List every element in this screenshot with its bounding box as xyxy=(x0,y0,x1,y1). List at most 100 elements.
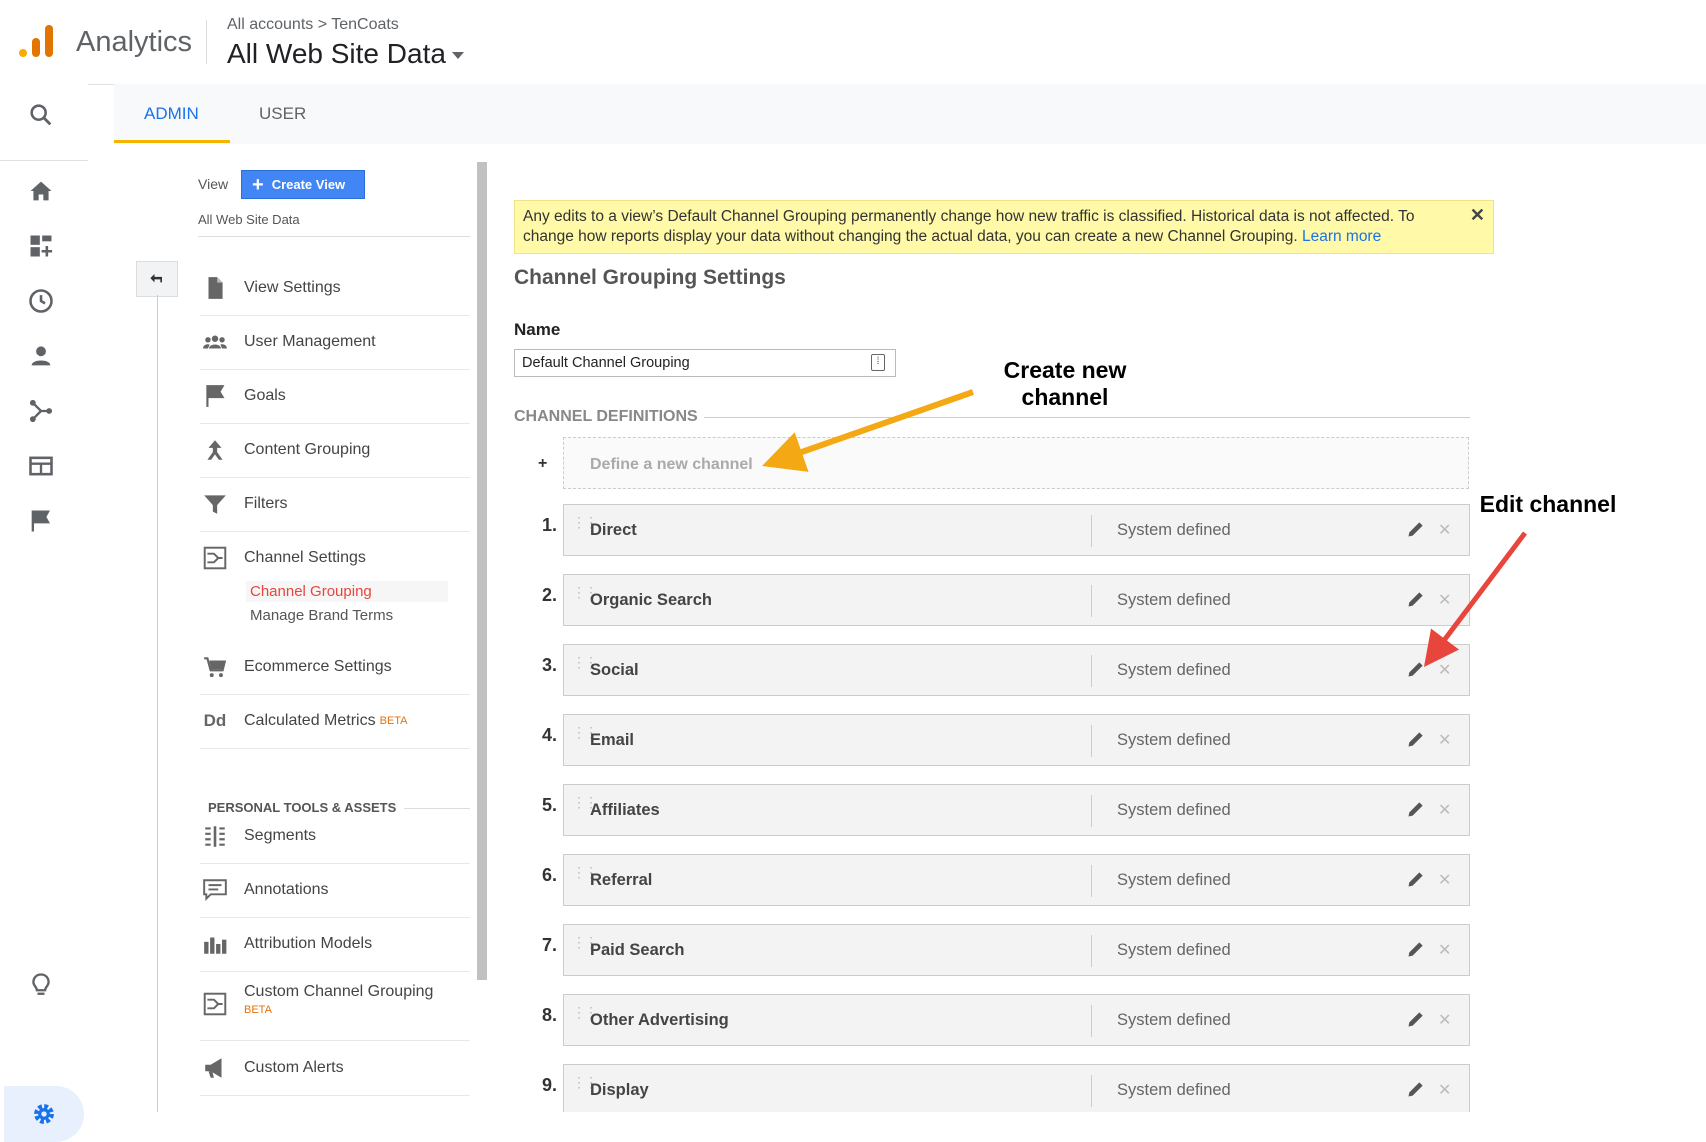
edit-pencil-icon[interactable] xyxy=(1406,1009,1426,1029)
drag-handle-icon[interactable]: ⋮⋮ xyxy=(572,795,598,809)
edit-pencil-icon[interactable] xyxy=(1406,519,1426,539)
nav-item-view-settings[interactable]: View Settings xyxy=(200,261,470,316)
channel-number: 3. xyxy=(542,655,558,675)
nav-item-segments[interactable]: Segments xyxy=(200,809,470,864)
audience-icon[interactable] xyxy=(24,339,58,373)
delete-x-icon[interactable]: ✕ xyxy=(1438,940,1451,960)
back-button[interactable] xyxy=(136,261,178,297)
drag-handle-icon[interactable]: ⋮⋮ xyxy=(572,1005,598,1019)
channel-item[interactable]: ⋮⋮ Social System defined ✕ xyxy=(563,644,1470,696)
add-channel-plus-icon[interactable]: + xyxy=(538,455,547,473)
admin-gear-icon[interactable] xyxy=(4,1086,84,1142)
divider xyxy=(1091,1075,1092,1107)
view-selector[interactable]: All Web Site Data xyxy=(198,212,300,227)
drag-handle-icon[interactable]: ⋮⋮ xyxy=(572,865,598,879)
nav-item-goals[interactable]: Goals xyxy=(200,369,470,424)
delete-x-icon[interactable]: ✕ xyxy=(1438,1080,1451,1100)
edit-pencil-icon[interactable] xyxy=(1406,1079,1426,1099)
edit-pencil-icon[interactable] xyxy=(1406,799,1426,819)
delete-x-icon[interactable]: ✕ xyxy=(1438,590,1451,610)
edit-pencil-icon[interactable] xyxy=(1406,659,1426,679)
channel-item[interactable]: ⋮⋮ Display System defined ✕ xyxy=(563,1064,1470,1116)
property-selector[interactable]: All Web Site Data xyxy=(227,38,446,70)
channel-item[interactable]: ⋮⋮ Direct System defined ✕ xyxy=(563,504,1470,556)
left-rail xyxy=(0,84,88,1142)
nav-item-calculated-metrics[interactable]: Dd Calculated Metrics BETA xyxy=(200,694,470,749)
behavior-icon[interactable] xyxy=(24,449,58,483)
nav-item-custom-alerts[interactable]: Custom Alerts xyxy=(200,1041,470,1096)
app-name: Analytics xyxy=(76,26,193,58)
drag-handle-icon[interactable]: ⋮⋮ xyxy=(572,1075,598,1089)
nav-subitem-manage-brand-terms[interactable]: Manage Brand Terms xyxy=(246,607,393,624)
nav-item-ecommerce-settings[interactable]: Ecommerce Settings xyxy=(200,640,470,695)
nav-item-filters[interactable]: Filters xyxy=(200,477,470,532)
nav-item-user-management[interactable]: User Management xyxy=(200,315,470,370)
delete-x-icon[interactable]: ✕ xyxy=(1438,870,1451,890)
delete-x-icon[interactable]: ✕ xyxy=(1438,520,1451,540)
caret-down-icon[interactable] xyxy=(452,52,464,59)
edit-pencil-icon[interactable] xyxy=(1406,939,1426,959)
acquisition-icon[interactable] xyxy=(24,394,58,428)
nav-item-channel-settings[interactable]: Channel Settings xyxy=(200,531,470,585)
channel-row: 3. ⋮⋮ Social System defined ✕ xyxy=(514,644,1470,698)
view-admin-nav: View + Create View All Web Site Data Vie… xyxy=(114,144,494,1141)
breadcrumb[interactable]: All accounts > TenCoats xyxy=(227,16,399,34)
admin-tabs: ADMIN USER xyxy=(114,84,1706,144)
channel-name: Affiliates xyxy=(590,801,660,819)
edit-pencil-icon[interactable] xyxy=(1406,589,1426,609)
channel-row: 7. ⋮⋮ Paid Search System defined ✕ xyxy=(514,924,1470,978)
edit-pencil-icon[interactable] xyxy=(1406,729,1426,749)
tab-user[interactable]: USER xyxy=(259,104,306,124)
discover-icon[interactable] xyxy=(24,968,58,1002)
channel-item[interactable]: ⋮⋮ Email System defined ✕ xyxy=(563,714,1470,766)
segments-icon xyxy=(200,821,230,851)
analytics-logo-icon[interactable] xyxy=(16,22,56,62)
delete-x-icon[interactable]: ✕ xyxy=(1438,730,1451,750)
delete-x-icon[interactable]: ✕ xyxy=(1438,1010,1451,1030)
name-field[interactable] xyxy=(514,349,896,377)
delete-x-icon[interactable]: ✕ xyxy=(1438,660,1451,680)
drag-handle-icon[interactable]: ⋮⋮ xyxy=(572,585,598,599)
channel-item[interactable]: ⋮⋮ Paid Search System defined ✕ xyxy=(563,924,1470,976)
custom-channel-icon xyxy=(200,989,230,1019)
view-label: View xyxy=(198,176,229,192)
annotation-create-new-channel: Create new channel xyxy=(990,357,1140,411)
channel-name: Organic Search xyxy=(590,591,712,609)
nav-subitem-channel-grouping[interactable]: Channel Grouping xyxy=(246,581,448,602)
search-icon[interactable] xyxy=(24,98,58,132)
nav-item-custom-channel-grouping[interactable]: Custom Channel Grouping BETA xyxy=(200,971,470,1041)
channel-row: 5. ⋮⋮ Affiliates System defined ✕ xyxy=(514,784,1470,838)
drag-handle-icon[interactable]: ⋮⋮ xyxy=(572,935,598,949)
learn-more-link[interactable]: Learn more xyxy=(1302,228,1381,245)
drag-handle-icon[interactable]: ⋮⋮ xyxy=(572,515,598,529)
annotation-text: channel xyxy=(1021,384,1109,410)
channel-item[interactable]: ⋮⋮ Referral System defined ✕ xyxy=(563,854,1470,906)
edit-pencil-icon[interactable] xyxy=(1406,869,1426,889)
home-icon[interactable] xyxy=(24,174,58,208)
nav-item-label: Annotations xyxy=(244,881,329,898)
realtime-icon[interactable] xyxy=(24,284,58,318)
customization-icon[interactable] xyxy=(24,229,58,263)
channel-item[interactable]: ⋮⋮ Other Advertising System defined ✕ xyxy=(563,994,1470,1046)
channel-item[interactable]: ⋮⋮ Organic Search System defined ✕ xyxy=(563,574,1470,626)
drag-handle-icon[interactable]: ⋮⋮ xyxy=(572,725,598,739)
channel-item[interactable]: ⋮⋮ Affiliates System defined ✕ xyxy=(563,784,1470,836)
nav-scrollbar[interactable] xyxy=(477,162,487,980)
nav-item-label: Filters xyxy=(244,495,288,512)
define-new-channel-button[interactable]: Define a new channel xyxy=(563,437,1469,489)
delete-x-icon[interactable]: ✕ xyxy=(1438,800,1451,820)
nav-item-attribution-models[interactable]: Attribution Models xyxy=(200,917,470,972)
page-title: Channel Grouping Settings xyxy=(514,266,786,289)
conversions-icon[interactable] xyxy=(24,504,58,538)
tab-admin[interactable]: ADMIN xyxy=(144,104,199,124)
nav-item-label: Content Grouping xyxy=(244,441,371,458)
channel-number: 2. xyxy=(542,585,558,605)
close-icon[interactable]: ✕ xyxy=(1470,205,1485,225)
drag-handle-icon[interactable]: ⋮⋮ xyxy=(572,655,598,669)
channel-type: System defined xyxy=(1117,1081,1231,1099)
nav-item-annotations[interactable]: Annotations xyxy=(200,863,470,918)
channel-type: System defined xyxy=(1117,591,1231,609)
create-view-button[interactable]: + Create View xyxy=(241,170,365,199)
nav-item-content-grouping[interactable]: Content Grouping xyxy=(200,423,470,478)
annotation-text: Create new xyxy=(1003,357,1127,383)
